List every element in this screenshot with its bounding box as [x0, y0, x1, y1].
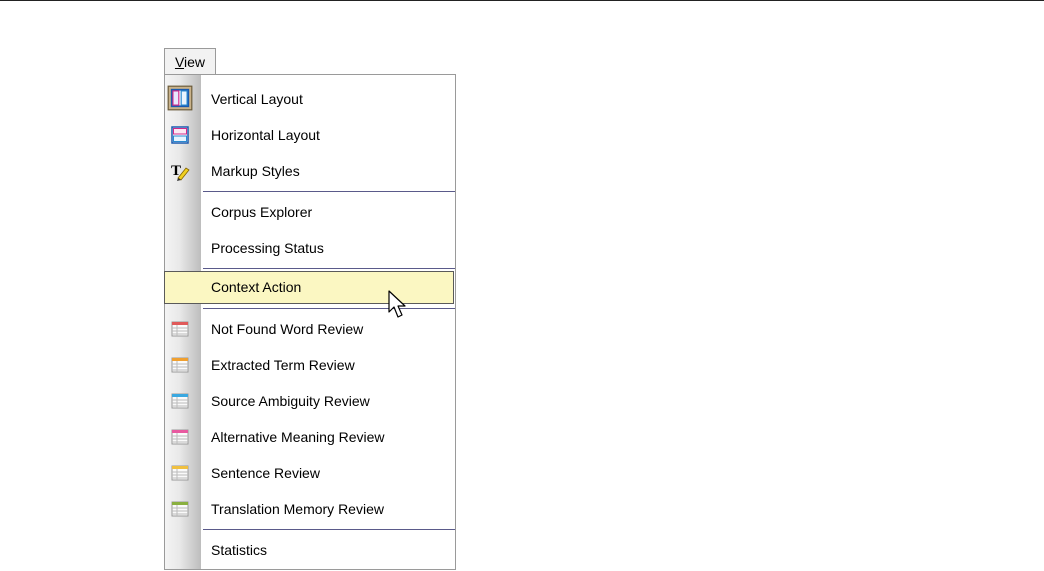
menu-item-processing-status[interactable]: Processing Status — [165, 232, 455, 264]
menu-separator — [203, 529, 455, 530]
menu-item-label: Statistics — [211, 542, 268, 558]
menu-item-label: Translation Memory Review — [211, 501, 384, 517]
menu-item-corpus-explorer[interactable]: Corpus Explorer — [165, 196, 455, 228]
menu-item-label: Sentence Review — [211, 465, 320, 481]
mouse-pointer-icon — [388, 290, 406, 318]
menu-item-label: Corpus Explorer — [211, 204, 313, 220]
menu-item-vertical-layout[interactable]: Vertical Layout — [165, 83, 455, 115]
menu-separator — [203, 308, 455, 309]
review-grid-icon — [171, 321, 189, 337]
menu-item-label: Horizontal Layout — [211, 127, 320, 143]
menu-item-label: Context Action — [211, 279, 302, 295]
menu-item-label: Alternative Meaning Review — [211, 429, 385, 445]
review-grid-icon — [171, 501, 189, 517]
menu-item-alternative-meaning-review[interactable]: Alternative Meaning Review — [165, 421, 455, 453]
menu-item-horizontal-layout[interactable]: Horizontal Layout — [165, 119, 455, 151]
menu-item-label: Not Found Word Review — [211, 321, 364, 337]
top-border-line — [0, 0, 1044, 1]
menu-separator — [203, 191, 455, 192]
vertical-layout-icon — [167, 85, 193, 111]
review-grid-icon — [171, 429, 189, 445]
menu-item-label: Processing Status — [211, 240, 324, 256]
review-grid-icon — [171, 357, 189, 373]
view-dropdown-menu: Vertical Layout Horizontal Layout T Mark… — [164, 74, 456, 570]
menu-item-markup-styles[interactable]: T Markup Styles — [165, 155, 455, 187]
menu-separator — [203, 268, 455, 269]
menu-item-label: Markup Styles — [211, 163, 300, 179]
review-grid-icon — [171, 393, 189, 409]
menu-item-context-action[interactable]: Context Action — [164, 271, 454, 304]
review-grid-icon — [171, 465, 189, 481]
menu-item-translation-memory-review[interactable]: Translation Memory Review — [165, 493, 455, 525]
view-menu-accelerator: V — [174, 54, 185, 70]
menu-item-label: Vertical Layout — [211, 91, 303, 107]
view-menu-title[interactable]: View — [164, 48, 216, 75]
menu-item-not-found-word-review[interactable]: Not Found Word Review — [165, 313, 455, 345]
menu-item-extracted-term-review[interactable]: Extracted Term Review — [165, 349, 455, 381]
markup-styles-icon: T — [171, 163, 190, 181]
menu-item-sentence-review[interactable]: Sentence Review — [165, 457, 455, 489]
horizontal-layout-icon — [171, 126, 189, 144]
menu-item-statistics[interactable]: Statistics — [165, 534, 455, 566]
menu-item-label: Extracted Term Review — [211, 357, 355, 373]
view-menu-title-rest: iew — [184, 54, 206, 70]
menu-item-source-ambiguity-review[interactable]: Source Ambiguity Review — [165, 385, 455, 417]
menu-item-label: Source Ambiguity Review — [211, 393, 370, 409]
